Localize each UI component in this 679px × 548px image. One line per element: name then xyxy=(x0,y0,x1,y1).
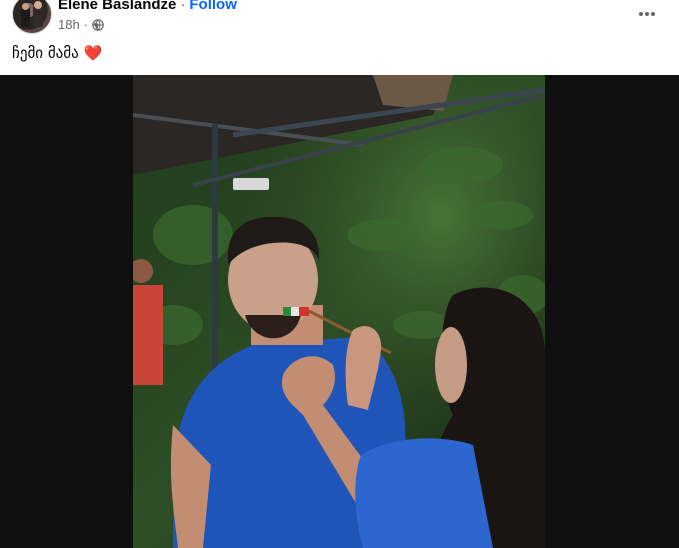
post-photo[interactable] xyxy=(133,75,545,548)
globe-icon xyxy=(92,18,104,31)
author-name[interactable]: Elene Baslandze xyxy=(58,0,176,13)
more-horizontal-icon xyxy=(639,12,655,16)
post-media[interactable] xyxy=(0,75,679,548)
photo-illustration xyxy=(133,75,545,548)
post-time[interactable]: 18h xyxy=(58,17,80,32)
post-header: Elene Baslandze · Follow 18h · xyxy=(0,0,679,40)
more-options-button[interactable] xyxy=(637,4,657,24)
separator-dot: · xyxy=(180,0,186,13)
post-caption: ჩემი მამა ❤️ xyxy=(12,44,102,62)
caption-text: ჩემი მამა xyxy=(12,44,79,62)
heart-emoji: ❤️ xyxy=(83,44,103,62)
post-meta: 18h · xyxy=(58,17,104,32)
follow-button[interactable]: Follow xyxy=(189,0,237,13)
author-line: Elene Baslandze · Follow xyxy=(58,0,237,13)
meta-separator: · xyxy=(83,17,89,32)
author-avatar[interactable] xyxy=(12,0,52,34)
